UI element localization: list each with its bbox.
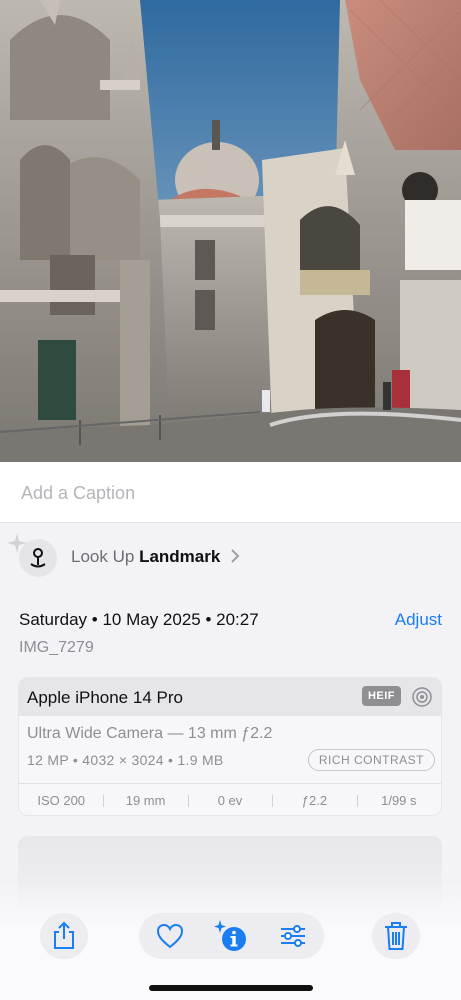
look-up-subject: Landmark — [139, 547, 221, 566]
photo-date: Saturday • 10 May 2025 • 20:27 — [19, 610, 259, 629]
camera-info-card: Apple iPhone 14 Pro HEIF Ultra Wide Came… — [18, 677, 442, 816]
file-name: IMG_7279 — [19, 639, 94, 656]
edit-button[interactable] — [273, 916, 313, 956]
camera-card-header: Apple iPhone 14 Pro HEIF — [19, 678, 441, 716]
exif-focal-length: 19 mm — [103, 793, 187, 808]
look-up-prefix: Look Up — [71, 547, 135, 566]
favorite-button[interactable] — [150, 916, 190, 956]
look-up-label: Look Up Landmark — [71, 547, 220, 567]
format-badge: HEIF — [361, 686, 401, 706]
exif-exposure-value: 0 ev — [187, 793, 272, 808]
photographic-style-badge: RICH CONTRAST — [307, 749, 435, 771]
photo-view[interactable] — [0, 0, 461, 462]
delete-button-group — [372, 913, 420, 959]
info-button[interactable] — [211, 916, 251, 956]
home-indicator[interactable] — [149, 985, 313, 991]
landmark-icon — [19, 539, 57, 577]
action-toolbar — [139, 913, 324, 959]
trash-icon — [385, 922, 407, 950]
aperture-icon — [412, 687, 432, 707]
share-icon — [54, 921, 74, 949]
landmark-photo — [0, 0, 461, 462]
exif-iso: ISO 200 — [37, 793, 86, 808]
exif-shutter: 1/99 s — [356, 793, 441, 808]
info-sparkle-icon — [214, 920, 247, 951]
caption-area — [0, 462, 461, 523]
share-button-group — [40, 913, 88, 959]
device-name: Apple iPhone 14 Pro — [27, 688, 183, 707]
delete-button[interactable] — [376, 916, 416, 956]
image-specs: 12 MP • 4032 × 3024 • 1.9 MB — [27, 752, 224, 768]
sliders-icon — [281, 925, 306, 947]
lens-info: Ultra Wide Camera — 13 mm ƒ2.2 — [27, 725, 273, 742]
adjust-button[interactable]: Adjust — [395, 610, 442, 630]
look-up-landmark-row[interactable]: Look Up Landmark — [0, 530, 461, 586]
caption-input[interactable] — [19, 476, 443, 510]
exif-aperture: ƒ2.2 — [272, 793, 356, 808]
heart-icon — [156, 923, 183, 949]
chevron-right-icon — [231, 549, 240, 563]
share-button[interactable] — [44, 916, 84, 956]
exif-row: ISO 200 19 mm 0 ev ƒ2.2 1/99 s — [19, 783, 441, 815]
